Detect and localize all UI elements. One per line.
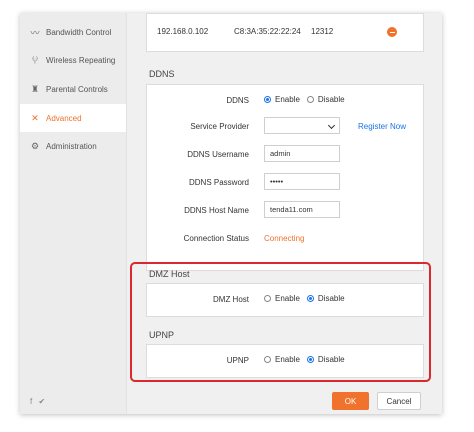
social-links[interactable]: f ✔ bbox=[30, 397, 47, 406]
sidebar-item-label: Bandwidth Control bbox=[46, 27, 112, 37]
sidebar-item-label: Advanced bbox=[46, 113, 82, 123]
service-provider-select[interactable] bbox=[264, 117, 340, 134]
ddns-enable-radio[interactable]: Enable bbox=[264, 95, 300, 104]
sidebar-item-label: Administration bbox=[46, 141, 97, 151]
gear-icon: ⚙ bbox=[30, 140, 40, 151]
sidebar: 〰 Bandwidth Control ⁽ᵢ⁾ Wireless Repeati… bbox=[20, 13, 127, 414]
ddns-card: DDNS Enable Disable Service Provider Reg… bbox=[146, 84, 424, 271]
connection-status-label: Connection Status bbox=[183, 234, 249, 243]
tools-icon: ✕ bbox=[31, 112, 39, 123]
ddns-username-label: DDNS Username bbox=[187, 150, 249, 159]
cancel-button[interactable]: Cancel bbox=[377, 392, 421, 410]
radio-label: Enable bbox=[275, 95, 300, 104]
sidebar-item-label: Wireless Repeating bbox=[46, 55, 116, 65]
connection-status-value: Connecting bbox=[264, 234, 305, 243]
ddns-radio-group: Enable Disable bbox=[264, 95, 352, 104]
parental-icon: ♜ bbox=[30, 83, 40, 94]
device-list-card: 192.168.0.102 C8:3A:35:22:22:24 12312 bbox=[146, 13, 424, 52]
service-provider-label: Service Provider bbox=[190, 122, 249, 131]
radio-label: Disable bbox=[317, 95, 345, 104]
device-ip: 192.168.0.102 bbox=[157, 27, 209, 36]
ddns-disable-radio[interactable]: Disable bbox=[306, 95, 345, 104]
sidebar-item-parental-controls[interactable]: ♜ Parental Controls bbox=[20, 75, 126, 103]
radio-checked-icon bbox=[264, 96, 271, 103]
wireless-icon: ⁽ᵢ⁾ bbox=[32, 54, 38, 65]
delete-icon[interactable] bbox=[387, 27, 397, 37]
sidebar-item-administration[interactable]: ⚙ Administration bbox=[20, 132, 126, 160]
highlight-box bbox=[130, 262, 431, 382]
action-bar: OK Cancel bbox=[127, 391, 442, 414]
sidebar-item-wireless-repeating[interactable]: ⁽ᵢ⁾ Wireless Repeating bbox=[20, 46, 126, 74]
sidebar-item-advanced[interactable]: ✕ Advanced bbox=[20, 104, 126, 132]
sidebar-item-label: Parental Controls bbox=[46, 84, 108, 94]
ddns-username-input[interactable]: admin bbox=[264, 145, 340, 162]
ddns-hostname-input[interactable]: tenda11.com bbox=[264, 201, 340, 218]
ddns-section-title: DDNS bbox=[149, 69, 175, 79]
ddns-label: DDNS bbox=[226, 96, 249, 105]
ok-button[interactable]: OK bbox=[332, 392, 369, 410]
sidebar-item-bandwidth-control[interactable]: 〰 Bandwidth Control bbox=[20, 18, 126, 46]
ddns-password-label: DDNS Password bbox=[188, 178, 249, 187]
register-now-link[interactable]: Register Now bbox=[358, 122, 406, 131]
bandwidth-icon: 〰 bbox=[30, 27, 40, 38]
device-value: 12312 bbox=[311, 27, 334, 36]
device-mac: C8:3A:35:22:22:24 bbox=[234, 27, 301, 36]
radio-unchecked-icon bbox=[306, 96, 314, 103]
ddns-password-input[interactable]: ••••• bbox=[264, 173, 340, 190]
ddns-hostname-label: DDNS Host Name bbox=[184, 206, 249, 215]
